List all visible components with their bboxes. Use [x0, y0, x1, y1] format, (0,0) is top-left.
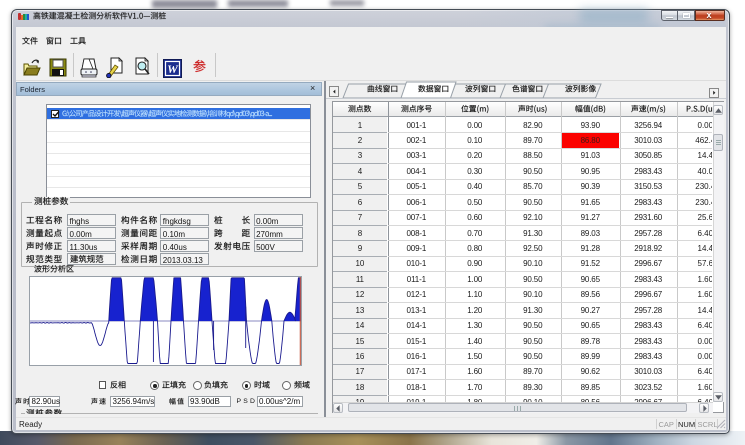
- svg-text:W: W: [167, 62, 179, 76]
